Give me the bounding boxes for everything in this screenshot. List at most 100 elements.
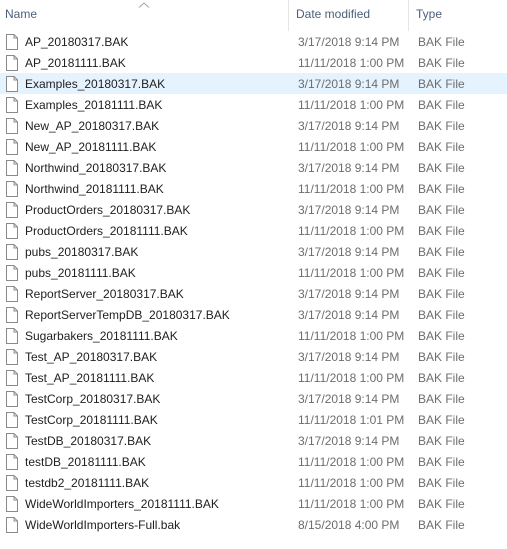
file-icon	[5, 453, 19, 470]
file-row[interactable]: ReportServerTempDB_20180317.BAK 3/17/2018…	[0, 304, 507, 325]
file-name: TestCorp_20180317.BAK	[25, 391, 161, 406]
file-type: BAK File	[418, 307, 465, 322]
file-type: BAK File	[418, 370, 465, 385]
file-type: BAK File	[418, 55, 465, 70]
file-row[interactable]: Northwind_20180317.BAK 3/17/2018 9:14 PM B…	[0, 157, 507, 178]
file-icon	[5, 411, 19, 428]
file-row[interactable]: pubs_20180317.BAK 3/17/2018 9:14 PM BAK Fi…	[0, 241, 507, 262]
file-type: BAK File	[418, 412, 465, 427]
file-date-modified: 3/17/2018 9:14 PM	[298, 244, 400, 259]
file-row[interactable]: Examples_20180317.BAK 3/17/2018 9:14 PM BA…	[0, 73, 507, 94]
file-date-modified: 11/11/2018 1:01 PM	[298, 412, 405, 427]
column-header-date-modified[interactable]: Date modified	[288, 0, 408, 31]
file-icon	[5, 474, 19, 491]
file-name: ReportServerTempDB_20180317.BAK	[25, 307, 230, 322]
file-icon	[5, 432, 19, 449]
file-date-modified: 11/11/2018 1:00 PM	[298, 97, 405, 112]
file-row[interactable]: ReportServer_20180317.BAK 3/17/2018 9:14 …	[0, 283, 507, 304]
file-name: Test_AP_20180317.BAK	[25, 349, 158, 364]
file-name: New_AP_20181111.BAK	[25, 139, 157, 154]
file-icon	[5, 180, 19, 197]
file-row[interactable]: WideWorldImporters_20181111.BAK 11/11/201…	[0, 493, 507, 514]
file-date-modified: 3/17/2018 9:14 PM	[298, 34, 400, 49]
file-icon	[5, 285, 19, 302]
file-rows: AP_20180317.BAK 3/17/2018 9:14 PM BAK File…	[0, 31, 507, 535]
file-list-view: Name Date modified Type AP_20180317.BAK 3…	[0, 0, 507, 549]
file-type: BAK File	[418, 454, 465, 469]
file-date-modified: 3/17/2018 9:14 PM	[298, 76, 400, 91]
file-type: BAK File	[418, 34, 465, 49]
file-name: testdb2_20181111.BAK	[25, 475, 150, 490]
sort-up-chevron-icon	[138, 2, 150, 8]
file-date-modified: 11/11/2018 1:00 PM	[298, 328, 405, 343]
file-icon	[5, 495, 19, 512]
file-row[interactable]: Test_AP_20181111.BAK 11/11/2018 1:00 PM BA…	[0, 367, 507, 388]
file-date-modified: 3/17/2018 9:14 PM	[298, 433, 400, 448]
file-date-modified: 3/17/2018 9:14 PM	[298, 160, 400, 175]
file-date-modified: 11/11/2018 1:00 PM	[298, 370, 405, 385]
file-name: WideWorldImporters_20181111.BAK	[25, 496, 219, 511]
file-date-modified: 11/11/2018 1:00 PM	[298, 181, 405, 196]
file-name: Examples_20181111.BAK	[25, 97, 163, 112]
file-row[interactable]: WideWorldImporters-Full.bak 8/15/2018 4:0…	[0, 514, 507, 535]
file-type: BAK File	[418, 496, 465, 511]
file-row[interactable]: Sugarbakers_20181111.BAK 11/11/2018 1:00 …	[0, 325, 507, 346]
file-date-modified: 8/15/2018 4:00 PM	[298, 517, 400, 532]
file-date-modified: 11/11/2018 1:00 PM	[298, 475, 405, 490]
file-icon	[5, 96, 19, 113]
file-date-modified: 3/17/2018 9:14 PM	[298, 307, 400, 322]
file-row[interactable]: Test_AP_20180317.BAK 3/17/2018 9:14 PM BAK…	[0, 346, 507, 367]
file-row[interactable]: ProductOrders_20180317.BAK 3/17/2018 9:14…	[0, 199, 507, 220]
file-icon	[5, 264, 19, 281]
file-name: New_AP_20180317.BAK	[25, 118, 160, 133]
file-icon	[5, 327, 19, 344]
file-name: ProductOrders_20180317.BAK	[25, 202, 191, 217]
file-icon	[5, 159, 19, 176]
file-row[interactable]: testdb2_20181111.BAK 11/11/2018 1:00 PM BA…	[0, 472, 507, 493]
file-row[interactable]: testDB_20181111.BAK 11/11/2018 1:00 PM BAK…	[0, 451, 507, 472]
file-row[interactable]: pubs_20181111.BAK 11/11/2018 1:00 PM BAK F…	[0, 262, 507, 283]
file-icon	[5, 222, 19, 239]
file-row[interactable]: TestCorp_20180317.BAK 3/17/2018 9:14 PM BA…	[0, 388, 507, 409]
file-row[interactable]: Northwind_20181111.BAK 11/11/2018 1:00 PM…	[0, 178, 507, 199]
file-icon	[5, 369, 19, 386]
file-name: TestDB_20180317.BAK	[25, 433, 152, 448]
file-row[interactable]: TestDB_20180317.BAK 3/17/2018 9:14 PM BAK …	[0, 430, 507, 451]
file-name: AP_20181111.BAK	[25, 55, 126, 70]
file-row[interactable]: TestCorp_20181111.BAK 11/11/2018 1:01 PM B…	[0, 409, 507, 430]
file-type: BAK File	[418, 97, 465, 112]
file-name: Test_AP_20181111.BAK	[25, 370, 155, 385]
file-icon	[5, 390, 19, 407]
file-name: testDB_20181111.BAK	[25, 454, 146, 469]
file-type: BAK File	[418, 433, 465, 448]
file-name: ReportServer_20180317.BAK	[25, 286, 184, 301]
file-type: BAK File	[418, 181, 465, 196]
file-name: Northwind_20180317.BAK	[25, 160, 167, 175]
file-date-modified: 11/11/2018 1:00 PM	[298, 223, 405, 238]
file-date-modified: 11/11/2018 1:00 PM	[298, 496, 405, 511]
file-row[interactable]: New_AP_20181111.BAK 11/11/2018 1:00 PM BAK…	[0, 136, 507, 157]
column-header-name[interactable]: Name	[0, 0, 288, 31]
file-row[interactable]: Examples_20181111.BAK 11/11/2018 1:00 PM B…	[0, 94, 507, 115]
column-header-type-label: Type	[416, 7, 443, 21]
file-icon	[5, 348, 19, 365]
file-date-modified: 11/11/2018 1:00 PM	[298, 265, 405, 280]
file-icon	[5, 306, 19, 323]
file-row[interactable]: AP_20180317.BAK 3/17/2018 9:14 PM BAK File	[0, 31, 507, 52]
file-icon	[5, 516, 19, 533]
file-name: Northwind_20181111.BAK	[25, 181, 164, 196]
file-type: BAK File	[418, 265, 465, 280]
file-type: BAK File	[418, 475, 465, 490]
file-row[interactable]: New_AP_20180317.BAK 3/17/2018 9:14 PM BAK …	[0, 115, 507, 136]
file-date-modified: 3/17/2018 9:14 PM	[298, 286, 400, 301]
file-row[interactable]: ProductOrders_20181111.BAK 11/11/2018 1:0…	[0, 220, 507, 241]
column-header-type[interactable]: Type	[408, 0, 507, 31]
file-icon	[5, 138, 19, 155]
file-date-modified: 11/11/2018 1:00 PM	[298, 55, 405, 70]
file-name: pubs_20181111.BAK	[25, 265, 136, 280]
file-type: BAK File	[418, 517, 465, 532]
file-type: BAK File	[418, 160, 465, 175]
file-date-modified: 3/17/2018 9:14 PM	[298, 391, 400, 406]
file-row[interactable]: AP_20181111.BAK 11/11/2018 1:00 PM BAK Fil…	[0, 52, 507, 73]
file-name: pubs_20180317.BAK	[25, 244, 139, 259]
